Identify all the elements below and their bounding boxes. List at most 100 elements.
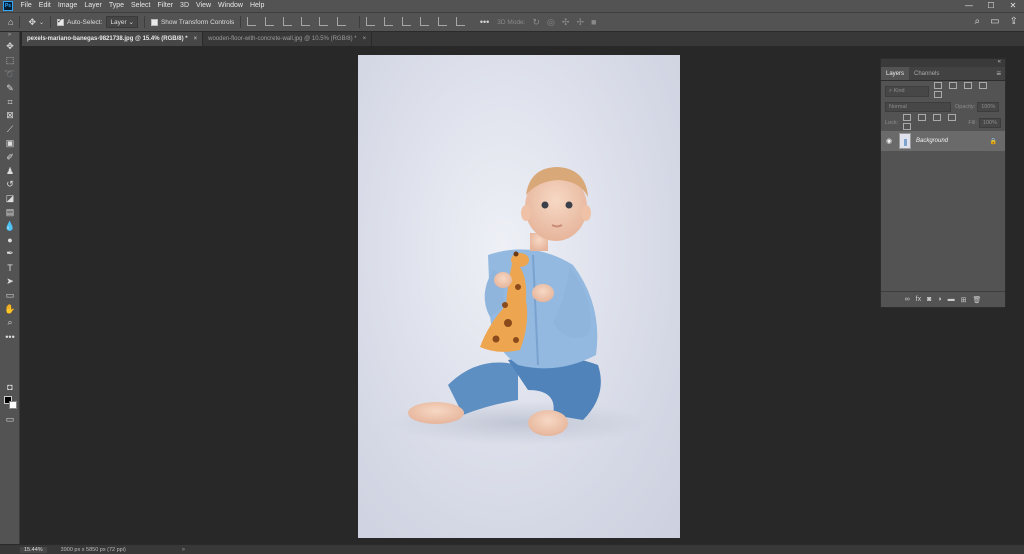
opacity-field[interactable]: 100% bbox=[977, 102, 1000, 112]
search-icon[interactable]: ⌕ bbox=[975, 16, 981, 27]
scale-3d-icon[interactable]: ■ bbox=[591, 17, 596, 27]
path-selection-tool-icon[interactable]: ➤ bbox=[0, 275, 20, 289]
menu-file[interactable]: File bbox=[17, 0, 35, 12]
photoshop-logo-icon[interactable]: Ps bbox=[3, 1, 13, 11]
workspace-icon[interactable]: ▭ bbox=[990, 16, 999, 27]
healing-brush-tool-icon[interactable]: ▣ bbox=[0, 137, 20, 151]
menu-image[interactable]: Image bbox=[54, 0, 80, 12]
menu-view[interactable]: View bbox=[193, 0, 215, 12]
roll-3d-icon[interactable]: ◎ bbox=[547, 17, 555, 28]
clone-stamp-tool-icon[interactable]: ♟ bbox=[0, 164, 20, 178]
menu-layer[interactable]: Layer bbox=[81, 0, 106, 12]
brush-tool-icon[interactable]: ✐ bbox=[0, 150, 20, 164]
marquee-tool-icon[interactable]: ⬚ bbox=[0, 54, 20, 68]
eraser-tool-icon[interactable]: ◪ bbox=[0, 192, 20, 206]
type-filter-icon[interactable] bbox=[963, 82, 972, 89]
visibility-eye-icon[interactable]: ◉ bbox=[881, 137, 897, 145]
close-window-button[interactable]: ✕ bbox=[1002, 0, 1024, 12]
rectangle-tool-icon[interactable]: ▭ bbox=[0, 288, 20, 302]
panel-collapse-icon[interactable]: « bbox=[881, 59, 1005, 67]
hand-tool-icon[interactable]: ✋ bbox=[0, 302, 20, 316]
status-menu-arrow[interactable]: > bbox=[182, 547, 185, 553]
toolbar-grip-icon[interactable]: » bbox=[0, 32, 19, 40]
quick-mask-icon[interactable]: ◘ bbox=[0, 382, 20, 392]
lasso-tool-icon[interactable]: ➰ bbox=[0, 68, 20, 82]
lock-image-icon[interactable] bbox=[918, 114, 927, 121]
home-icon[interactable]: ⌂ bbox=[8, 17, 13, 27]
lock-all-icon[interactable] bbox=[903, 123, 912, 130]
layer-style-icon[interactable]: fx bbox=[916, 296, 921, 303]
link-layers-icon[interactable]: ∞ bbox=[905, 296, 910, 303]
close-icon[interactable]: × bbox=[194, 36, 198, 42]
lock-artboard-icon[interactable] bbox=[948, 114, 957, 121]
type-tool-icon[interactable]: T bbox=[0, 261, 20, 275]
menu-3d[interactable]: 3D bbox=[177, 0, 193, 12]
layer-row-background[interactable]: ◉ Background 🔒 bbox=[881, 131, 1005, 151]
distribute-middle-icon[interactable] bbox=[384, 16, 394, 26]
pan-3d-icon[interactable]: ✣ bbox=[562, 17, 570, 28]
lock-position-icon[interactable] bbox=[933, 114, 942, 121]
menu-window[interactable]: Window bbox=[215, 0, 247, 12]
align-right-icon[interactable] bbox=[337, 16, 347, 26]
lock-transparent-icon[interactable] bbox=[903, 114, 912, 121]
align-center-icon[interactable] bbox=[319, 16, 329, 26]
distribute-center-icon[interactable] bbox=[437, 16, 447, 26]
pen-tool-icon[interactable]: ✒ bbox=[0, 247, 20, 261]
auto-select-checkbox[interactable] bbox=[57, 17, 65, 26]
eyedropper-tool-icon[interactable]: ⟋ bbox=[0, 123, 20, 137]
background-color-swatch[interactable] bbox=[9, 401, 17, 409]
frame-tool-icon[interactable]: ⊠ bbox=[0, 109, 20, 123]
align-bottom-icon[interactable] bbox=[283, 16, 293, 26]
edit-toolbar-icon[interactable]: ••• bbox=[0, 330, 20, 344]
zoom-tool-icon[interactable]: ⌕ bbox=[0, 316, 20, 330]
zoom-level-field[interactable]: 15.44% bbox=[20, 546, 47, 553]
history-brush-tool-icon[interactable]: ↺ bbox=[0, 178, 20, 192]
smart-object-filter-icon[interactable] bbox=[933, 91, 942, 98]
screen-mode-icon[interactable]: ▭ bbox=[0, 414, 20, 425]
align-top-icon[interactable] bbox=[247, 16, 257, 26]
share-icon[interactable]: ⇪ bbox=[1010, 16, 1018, 27]
distribute-bottom-icon[interactable] bbox=[401, 16, 411, 26]
pixel-filter-icon[interactable] bbox=[933, 82, 942, 89]
blend-mode-dropdown[interactable]: Normal bbox=[885, 102, 951, 112]
delete-layer-icon[interactable]: 🗑 bbox=[972, 296, 981, 304]
menu-filter[interactable]: Filter bbox=[154, 0, 177, 12]
adjustment-layer-icon[interactable]: ◑ bbox=[937, 296, 941, 303]
dodge-tool-icon[interactable]: ● bbox=[0, 233, 20, 247]
tab-document-2[interactable]: wooden-floor-with-concrete-wall.jpg @ 10… bbox=[203, 32, 373, 46]
gradient-tool-icon[interactable]: ▤ bbox=[0, 206, 20, 220]
move-tool-icon[interactable]: ✥ bbox=[0, 40, 20, 54]
close-icon[interactable]: × bbox=[363, 36, 367, 42]
tab-document-1[interactable]: pexels-mariano-banegas-9821738.jpg @ 15.… bbox=[22, 32, 204, 46]
more-options-icon[interactable]: ••• bbox=[480, 17, 489, 27]
menu-select[interactable]: Select bbox=[128, 0, 154, 12]
show-transform-checkbox[interactable] bbox=[150, 18, 158, 26]
distribute-top-icon[interactable] bbox=[366, 16, 376, 26]
slide-3d-icon[interactable]: ✢ bbox=[576, 17, 584, 28]
distribute-left-icon[interactable] bbox=[419, 16, 429, 26]
menu-help[interactable]: Help bbox=[246, 0, 267, 12]
distribute-right-icon[interactable] bbox=[455, 16, 465, 26]
new-group-icon[interactable]: ▬ bbox=[948, 296, 955, 303]
fill-field[interactable]: 100% bbox=[978, 118, 1001, 128]
auto-select-target-dropdown[interactable]: Layer ⌄ bbox=[106, 16, 138, 28]
shape-filter-icon[interactable] bbox=[978, 82, 987, 89]
tab-channels[interactable]: Channels bbox=[909, 67, 944, 80]
menu-type[interactable]: Type bbox=[105, 0, 127, 12]
align-middle-icon[interactable] bbox=[265, 16, 275, 26]
panel-menu-icon[interactable]: ≡ bbox=[996, 67, 1005, 80]
crop-tool-icon[interactable]: ⌗ bbox=[0, 95, 20, 109]
new-layer-icon[interactable]: ⊞ bbox=[961, 296, 967, 304]
orbit-3d-icon[interactable]: ↻ bbox=[532, 17, 540, 28]
menu-edit[interactable]: Edit bbox=[35, 0, 54, 12]
chevron-down-icon[interactable]: ⌄ bbox=[39, 19, 44, 26]
add-mask-icon[interactable]: ◙ bbox=[927, 296, 931, 303]
minimize-button[interactable]: — bbox=[958, 0, 980, 12]
move-tool-icon[interactable]: ✥ bbox=[28, 17, 36, 28]
quick-select-tool-icon[interactable]: ✎ bbox=[0, 81, 20, 95]
blur-tool-icon[interactable]: 💧 bbox=[0, 219, 20, 233]
maximize-button[interactable]: ☐ bbox=[980, 0, 1002, 12]
tab-layers[interactable]: Layers bbox=[881, 67, 910, 80]
adjustment-filter-icon[interactable] bbox=[948, 82, 957, 89]
document-canvas[interactable] bbox=[358, 55, 680, 538]
